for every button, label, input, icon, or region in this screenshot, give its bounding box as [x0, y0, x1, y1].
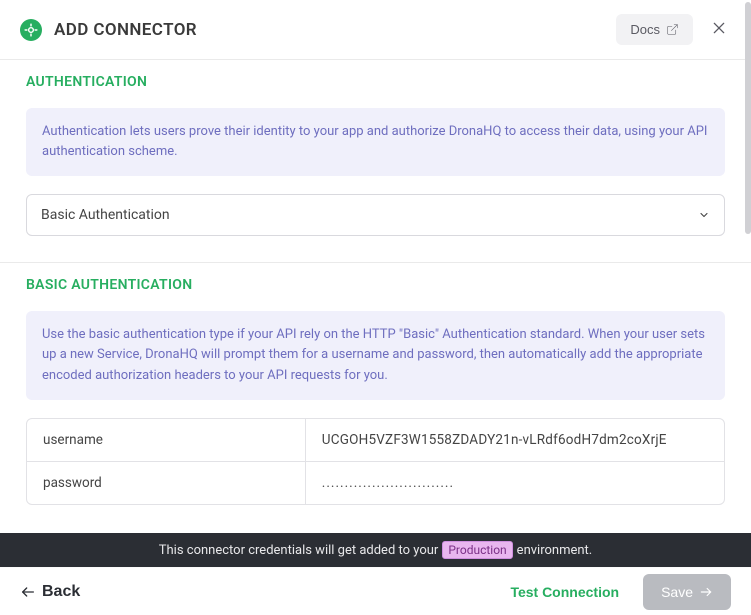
close-button[interactable] — [707, 16, 731, 43]
app-logo — [20, 19, 42, 41]
footer-bar: Back Test Connection Save — [0, 567, 751, 615]
arrow-right-icon — [699, 585, 713, 599]
content-area: AUTHENTICATION Authentication lets users… — [0, 60, 751, 541]
env-suffix: environment. — [517, 543, 593, 558]
docs-button[interactable]: Docs — [616, 14, 693, 45]
back-button[interactable]: Back — [20, 583, 80, 601]
env-badge: Production — [442, 541, 512, 559]
test-connection-button[interactable]: Test Connection — [510, 584, 619, 600]
basic-auth-section: BASIC AUTHENTICATION Use the basic authe… — [0, 263, 751, 541]
auth-type-select[interactable]: Basic Authentication — [26, 194, 725, 236]
credentials-table: username password — [26, 418, 725, 505]
authentication-section: AUTHENTICATION Authentication lets users… — [0, 60, 751, 263]
table-row: username — [27, 419, 724, 462]
modal-header: ADD CONNECTOR Docs — [0, 0, 751, 60]
docs-label: Docs — [630, 22, 660, 37]
table-row: password — [27, 462, 724, 504]
password-field[interactable] — [306, 462, 724, 504]
section-heading-authentication: AUTHENTICATION — [26, 74, 725, 90]
section-heading-basic-auth: BASIC AUTHENTICATION — [26, 277, 725, 293]
auth-type-select-wrap: Basic Authentication — [26, 194, 725, 236]
env-prefix: This connector credentials will get adde… — [159, 543, 439, 558]
username-field[interactable] — [306, 419, 724, 461]
save-button[interactable]: Save — [643, 574, 731, 610]
back-label: Back — [42, 583, 80, 601]
auth-type-selected: Basic Authentication — [41, 207, 170, 223]
basic-auth-info: Use the basic authentication type if you… — [26, 311, 725, 399]
username-label: username — [27, 419, 306, 461]
authentication-info: Authentication lets users prove their id… — [26, 108, 725, 176]
page-title: ADD CONNECTOR — [54, 20, 616, 40]
external-link-icon — [666, 23, 679, 36]
save-label: Save — [661, 584, 693, 600]
arrow-left-icon — [20, 584, 36, 600]
environment-bar: This connector credentials will get adde… — [0, 533, 751, 567]
chevron-down-icon — [698, 209, 710, 221]
close-icon — [711, 20, 727, 36]
scrollbar-thumb[interactable] — [745, 2, 751, 234]
password-label: password — [27, 462, 306, 504]
